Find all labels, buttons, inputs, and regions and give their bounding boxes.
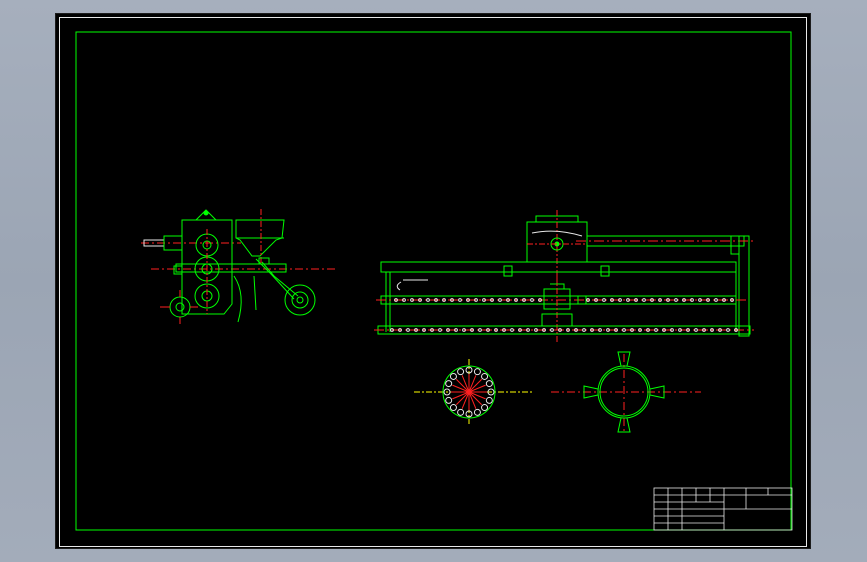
side-view (141, 209, 336, 324)
seed-wheel-view (414, 359, 534, 424)
shaft-tooth (406, 328, 410, 332)
shaft-tooth (694, 328, 698, 332)
shaft-tooth (478, 328, 482, 332)
wheel-spoke (468, 378, 483, 393)
wheel-hole (445, 380, 453, 388)
shaft-tooth (582, 328, 586, 332)
wheel-hole (457, 408, 465, 416)
wheel-hole (473, 408, 481, 416)
wheel-spoke (455, 378, 470, 393)
shaft-tooth (674, 298, 678, 302)
shaft-tooth (714, 298, 718, 302)
front-view (374, 210, 756, 344)
wheel-spoke (468, 391, 483, 406)
wheel-hole (485, 380, 493, 388)
shaft-tooth (426, 298, 430, 302)
shaft-tooth (726, 328, 730, 332)
drawing-sheet (55, 13, 811, 549)
cad-drawing (75, 31, 793, 531)
wheel-hole (481, 404, 489, 412)
wheel-hole (473, 368, 481, 376)
wheel-spoke (455, 391, 470, 406)
shaft-tooth (498, 298, 502, 302)
wheel-hole (481, 372, 489, 380)
wheel-hole (445, 396, 453, 404)
title-block (653, 487, 793, 531)
shaft-tooth (438, 328, 442, 332)
wheel-hole (457, 368, 465, 376)
shaft-tooth (510, 328, 514, 332)
shaft-tooth (642, 298, 646, 302)
wheel-hole (449, 404, 457, 412)
inner-frame (75, 31, 792, 531)
shaft-tooth (654, 328, 658, 332)
shaft-tooth (550, 328, 554, 332)
shaft-tooth (602, 298, 606, 302)
shaft-tooth (530, 298, 534, 302)
shaft-tooth (458, 298, 462, 302)
wheel-hole (449, 372, 457, 380)
wheel-hole (485, 396, 493, 404)
shaft-tooth (622, 328, 626, 332)
cross-section-view (551, 351, 701, 434)
